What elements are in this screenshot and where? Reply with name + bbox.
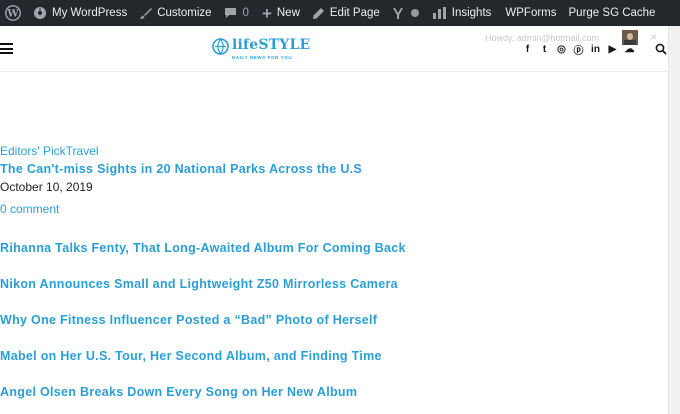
wordpress-logo-icon[interactable]: W	[0, 0, 26, 26]
dashboard-icon	[33, 6, 47, 20]
admin-bar-new[interactable]: + New	[262, 0, 300, 26]
post-categories[interactable]: Editors' PickTravel	[0, 144, 99, 158]
close-icon[interactable]: ✕	[650, 32, 658, 43]
admin-bar-site-name[interactable]: My WordPress	[33, 0, 127, 26]
wpforms-label: WPForms	[505, 7, 557, 19]
admin-bar-insights[interactable]: Insights	[432, 0, 492, 26]
social-links: f t ◎ ⓟ in ▶ ☁	[519, 43, 638, 57]
plus-icon: +	[261, 3, 272, 23]
pinterest-icon[interactable]: ⓟ	[570, 43, 587, 57]
list-item[interactable]: Why One Fitness Influencer Posted a “Bad…	[0, 313, 377, 327]
list-item[interactable]: Angel Olsen Breaks Down Every Song on He…	[0, 385, 357, 399]
logo-text: lifeSTYLE DAILY NEWS FOR YOU	[232, 38, 310, 60]
yoast-status-dot-icon	[410, 9, 419, 17]
list-item[interactable]: Mabel on Her U.S. Tour, Her Second Album…	[0, 349, 382, 363]
logo-mark-icon	[212, 38, 229, 55]
pencil-icon	[312, 7, 325, 20]
youtube-icon[interactable]: ▶	[604, 43, 621, 55]
purge-cache-label: Purge SG Cache	[568, 7, 656, 19]
search-icon[interactable]	[655, 43, 667, 55]
admin-bar-wpforms[interactable]: WPForms	[505, 0, 556, 26]
admin-bar-comments[interactable]: 0	[224, 0, 249, 26]
admin-bar-edit-page[interactable]: Edit Page	[312, 0, 380, 26]
admin-bar-customize[interactable]: Customize	[139, 0, 212, 26]
comment-bubble-icon	[224, 7, 237, 20]
site-logo[interactable]: lifeSTYLE DAILY NEWS FOR YOU	[212, 38, 310, 60]
comments-count: 0	[242, 7, 249, 19]
svg-text:W: W	[6, 9, 19, 20]
list-item[interactable]: Rihanna Talks Fenty, That Long-Awaited A…	[0, 241, 406, 255]
instagram-icon[interactable]: ◎	[553, 43, 570, 55]
site-name-label: My WordPress	[52, 7, 128, 19]
facebook-icon[interactable]: f	[519, 43, 536, 55]
featured-post-comments[interactable]: 0 comment	[0, 202, 59, 216]
hamburger-menu-icon[interactable]	[0, 43, 13, 54]
list-item[interactable]: Nikon Announces Small and Lightweight Z5…	[0, 277, 398, 291]
bar-chart-icon	[432, 7, 446, 19]
edit-page-label: Edit Page	[329, 7, 380, 19]
featured-post-title[interactable]: The Can't-miss Sights in 20 National Par…	[0, 162, 362, 176]
admin-bar-purge-cache[interactable]: Purge SG Cache	[569, 0, 656, 26]
admin-bar: W My WordPress Customize 0 + New Edit Pa…	[0, 0, 680, 26]
twitter-icon[interactable]: t	[536, 43, 553, 55]
yoast-icon	[392, 6, 404, 20]
site-header: lifeSTYLE DAILY NEWS FOR YOU Howdy, admi…	[0, 26, 668, 72]
admin-bar-yoast[interactable]	[392, 0, 419, 26]
insights-label: Insights	[451, 7, 492, 19]
linkedin-icon[interactable]: in	[587, 43, 604, 55]
featured-post-date: October 10, 2019	[0, 180, 93, 194]
customize-label: Customize	[157, 7, 212, 19]
soundcloud-icon[interactable]: ☁	[621, 43, 638, 55]
brush-icon	[139, 7, 153, 20]
logo-title: lifeSTYLE	[232, 37, 311, 53]
new-label: New	[276, 7, 300, 19]
scrollbar[interactable]	[668, 26, 680, 414]
logo-tagline: DAILY NEWS FOR YOU	[232, 55, 293, 60]
